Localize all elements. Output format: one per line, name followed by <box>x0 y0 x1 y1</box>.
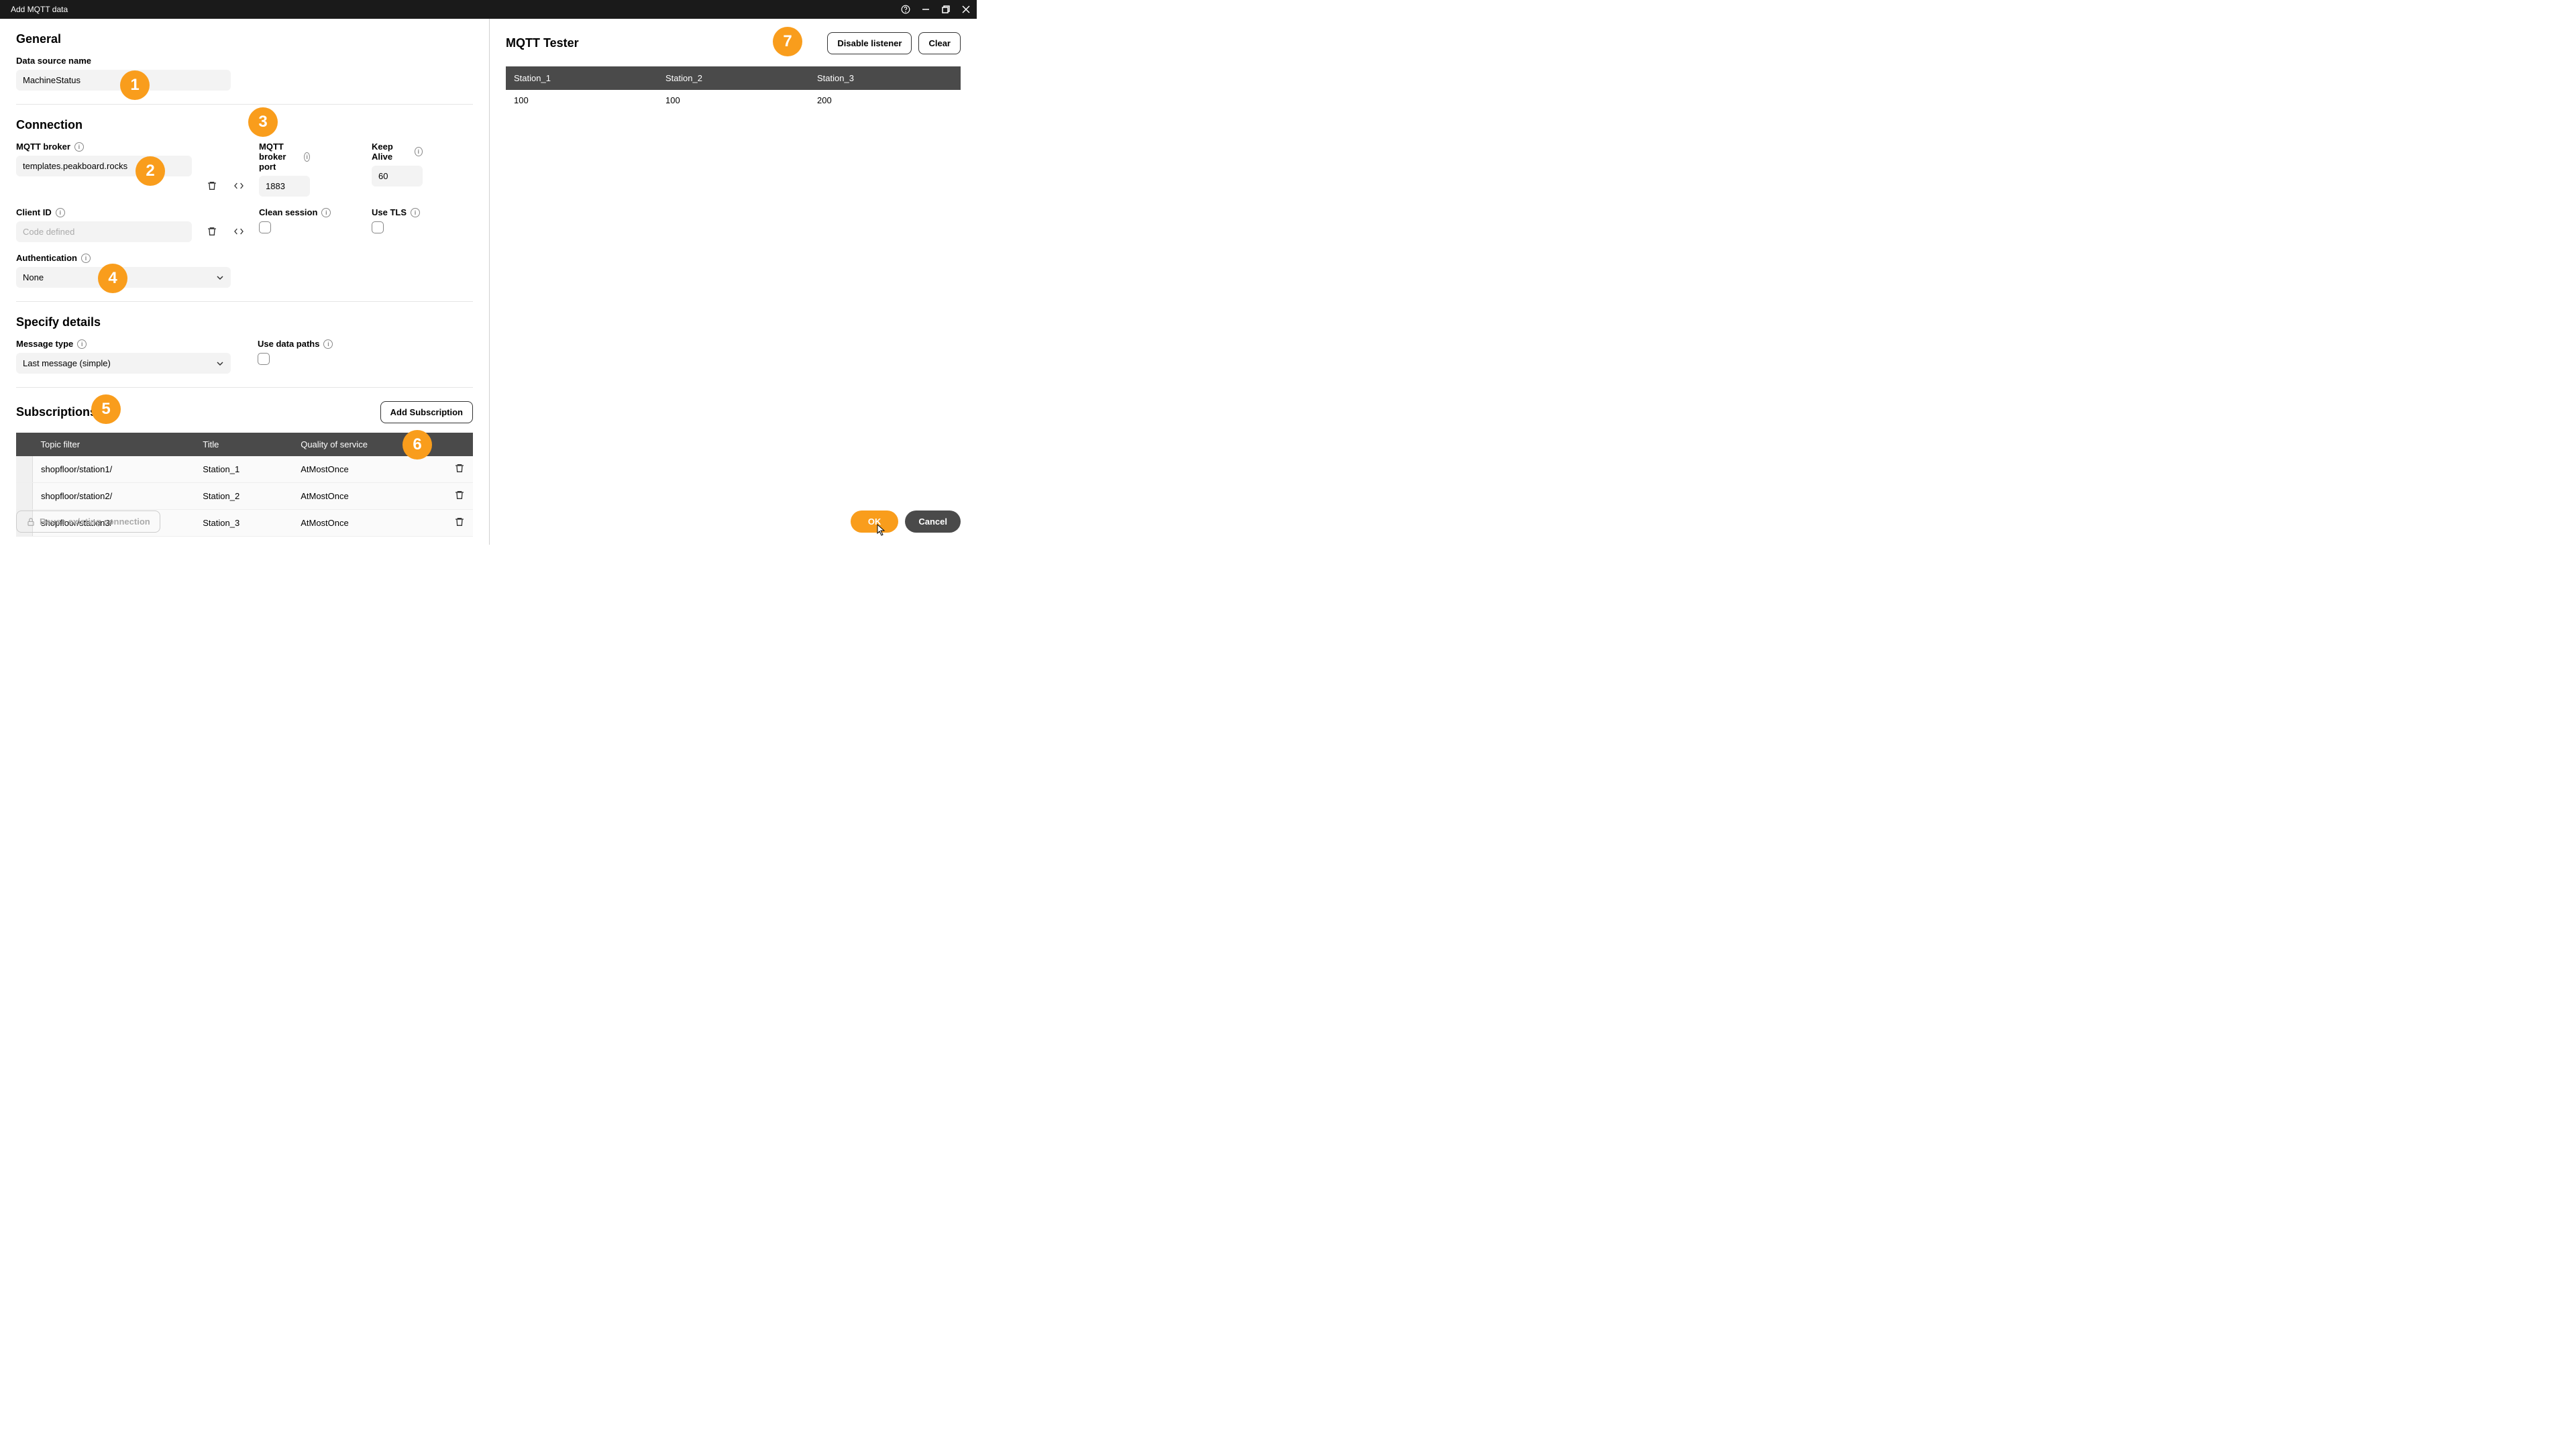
reuse-connection-button[interactable]: Reuse existing connection <box>16 511 160 533</box>
trash-icon[interactable] <box>205 225 219 238</box>
message-type-label: Message type i <box>16 339 231 349</box>
annotation-badge-1: 1 <box>120 70 150 100</box>
annotation-badge-3: 3 <box>248 107 278 137</box>
code-icon[interactable] <box>232 225 246 238</box>
right-panel: MQTT Tester 7 Disable listener Clear Sta… <box>490 19 977 545</box>
use-tls-label: Use TLS i <box>372 207 452 217</box>
use-data-paths-label: Use data paths i <box>258 339 358 349</box>
chevron-down-icon <box>216 360 224 368</box>
left-panel: General Data source name 1 Connection 3 … <box>0 19 490 545</box>
info-icon[interactable]: i <box>411 208 420 217</box>
window-title: Add MQTT data <box>5 5 900 14</box>
mqtt-broker-port-label: MQTT broker port i <box>259 142 310 172</box>
annotation-badge-7: 7 <box>773 27 802 56</box>
info-icon[interactable]: i <box>304 152 310 162</box>
annotation-badge-5: 5 <box>91 394 121 424</box>
mqtt-broker-label: MQTT broker i <box>16 142 192 152</box>
trash-icon[interactable] <box>205 179 219 193</box>
add-subscription-button[interactable]: Add Subscription <box>380 401 473 423</box>
client-id-input[interactable] <box>16 221 192 242</box>
info-icon[interactable]: i <box>415 147 423 156</box>
titlebar: Add MQTT data <box>0 0 977 19</box>
use-tls-checkbox[interactable] <box>372 221 384 233</box>
minimize-icon[interactable] <box>920 4 931 15</box>
trash-icon[interactable] <box>454 466 465 476</box>
trash-icon[interactable] <box>454 519 465 529</box>
details-heading: Specify details <box>16 315 473 329</box>
annotation-badge-6: 6 <box>402 430 432 460</box>
cursor-icon <box>876 523 887 537</box>
maximize-icon[interactable] <box>941 4 951 15</box>
table-row[interactable]: shopfloor/station2/Station_2AtMostOnce <box>16 483 473 510</box>
col-title: Title <box>195 433 292 456</box>
info-icon[interactable]: i <box>56 208 65 217</box>
annotation-badge-4: 4 <box>98 264 127 293</box>
cancel-button[interactable]: Cancel <box>905 511 961 533</box>
connection-heading: Connection <box>16 118 473 132</box>
tester-cell: 100 <box>506 90 657 111</box>
col-topic: Topic filter <box>33 433 195 456</box>
lock-icon <box>26 517 36 527</box>
tester-col: Station_2 <box>657 66 809 90</box>
subscriptions-heading: Subscriptions <box>16 405 97 419</box>
message-type-select[interactable]: Last message (simple) <box>16 353 231 374</box>
tester-col: Station_1 <box>506 66 657 90</box>
info-icon[interactable]: i <box>321 208 331 217</box>
annotation-badge-2: 2 <box>136 156 165 186</box>
disable-listener-button[interactable]: Disable listener <box>827 32 912 54</box>
trash-icon[interactable] <box>454 492 465 502</box>
client-id-label: Client ID i <box>16 207 192 217</box>
info-icon[interactable]: i <box>323 339 333 349</box>
tester-table: Station_1Station_2Station_3 100100200 <box>506 66 961 111</box>
mqtt-broker-input[interactable] <box>16 156 192 176</box>
clear-button[interactable]: Clear <box>918 32 961 54</box>
keep-alive-input[interactable] <box>372 166 423 186</box>
chevron-down-icon <box>216 274 224 282</box>
general-heading: General <box>16 32 473 46</box>
window-controls <box>900 4 971 15</box>
use-data-paths-checkbox[interactable] <box>258 353 270 365</box>
table-row[interactable]: shopfloor/station1/Station_1AtMostOnce <box>16 456 473 483</box>
tester-cell: 200 <box>809 90 961 111</box>
info-icon[interactable]: i <box>81 254 91 263</box>
keep-alive-label: Keep Alive i <box>372 142 423 162</box>
tester-col: Station_3 <box>809 66 961 90</box>
data-source-name-label: Data source name <box>16 56 231 66</box>
tester-cell: 100 <box>657 90 809 111</box>
clean-session-label: Clean session i <box>259 207 339 217</box>
help-icon[interactable] <box>900 4 911 15</box>
code-icon[interactable] <box>232 179 246 193</box>
close-icon[interactable] <box>961 4 971 15</box>
mqtt-broker-port-input[interactable] <box>259 176 310 197</box>
info-icon[interactable]: i <box>74 142 84 152</box>
info-icon[interactable]: i <box>77 339 87 349</box>
ok-button[interactable]: OK <box>851 511 899 533</box>
authentication-label: Authentication i <box>16 253 231 263</box>
clean-session-checkbox[interactable] <box>259 221 271 233</box>
